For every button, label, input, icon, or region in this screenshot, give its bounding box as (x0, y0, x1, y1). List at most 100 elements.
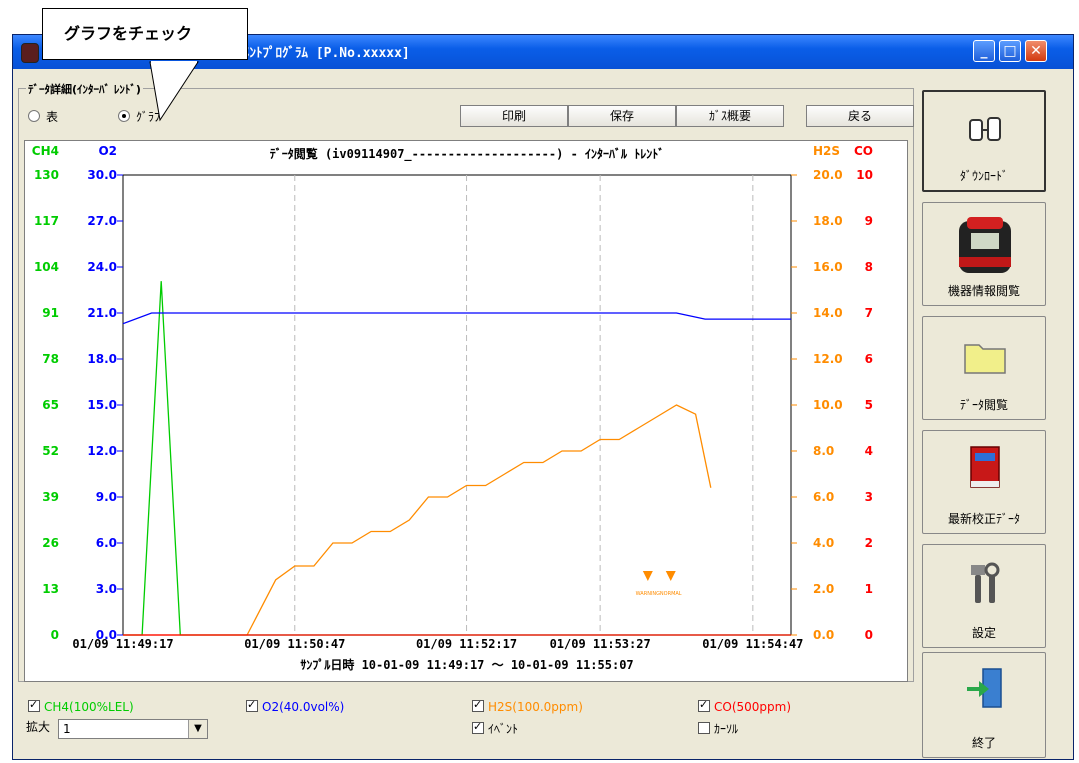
o2-tick-label: 0.0 (96, 628, 117, 642)
cursor-checkbox[interactable]: ｶｰｿﾙ (698, 720, 738, 737)
trend-chart: ﾃﾞｰﾀ閲覧 (iv09114907_--------------------)… (32, 144, 873, 672)
event-checkbox-box[interactable] (472, 720, 484, 734)
h2s-axis-label: H2S (813, 144, 840, 158)
event-marker-label: NORMAL (660, 591, 682, 597)
co-tick-label: 6 (865, 352, 873, 366)
co-axis-label: CO (854, 144, 873, 158)
zoom-select-value: 1 (63, 722, 71, 736)
back-button[interactable]: 戻る (806, 105, 914, 127)
data-view-button[interactable]: ﾃﾞｰﾀ閲覧 (922, 316, 1046, 420)
h2s-tick-label: 20.0 (813, 168, 843, 182)
download-icon (969, 117, 1001, 141)
co-tick-label: 9 (865, 214, 873, 228)
download-label: ﾀﾞｳﾝﾛｰﾄﾞ (959, 169, 1008, 183)
calibration-label: 最新校正ﾃﾞｰﾀ (947, 512, 1020, 526)
ch4-checkbox-label: CH4(100%LEL) (44, 700, 134, 714)
h2s-tick-label: 0.0 (813, 628, 834, 642)
maximize-button[interactable]: □ (999, 40, 1021, 62)
ch4-tick-label: 104 (34, 260, 59, 274)
device-info-label: 機器情報閲覧 (947, 284, 1020, 298)
h2s-checkbox[interactable]: H2S(100.0ppm) (472, 698, 583, 714)
ch4-tick-label: 65 (42, 398, 59, 412)
chevron-down-icon[interactable]: ▼ (188, 720, 207, 738)
o2-checkbox[interactable]: O2(40.0vol%) (246, 698, 345, 714)
calibration-button[interactable]: 最新校正ﾃﾞｰﾀ (922, 430, 1046, 534)
gas-detector-icon (959, 217, 1011, 273)
co-tick-label: 10 (856, 168, 873, 182)
co-tick-label: 8 (865, 260, 873, 274)
event-checkbox-label: ｲﾍﾞﾝﾄ (488, 722, 519, 736)
book-icon (970, 446, 1000, 488)
minimize-button[interactable]: _ (973, 40, 995, 62)
print-button[interactable]: 印刷 (460, 105, 568, 127)
zoom-label: 拡大 (26, 720, 51, 734)
h2s-tick-label: 16.0 (813, 260, 843, 274)
ch4-tick-label: 91 (42, 306, 59, 320)
h2s-tick-label: 2.0 (813, 582, 834, 596)
series-line-h2s (123, 404, 712, 636)
ch4-tick-label: 26 (42, 536, 59, 550)
ch4-tick-label: 117 (34, 214, 59, 228)
h2s-tick-label: 4.0 (813, 536, 834, 550)
o2-tick-label: 9.0 (96, 490, 117, 504)
chart-title: ﾃﾞｰﾀ閲覧 (iv09114907_--------------------)… (270, 146, 665, 162)
o2-tick-label: 27.0 (87, 214, 117, 228)
co-checkbox-label: CO(500ppm) (714, 700, 792, 714)
ch4-tick-label: 130 (34, 168, 59, 182)
ch4-axis-label: CH4 (32, 144, 59, 158)
chart-area: ﾃﾞｰﾀ閲覧 (iv09114907_--------------------)… (24, 140, 908, 682)
h2s-tick-label: 14.0 (813, 306, 843, 320)
chart-x-label: ｻﾝﾌﾟﾙ日時 10-01-09 11:49:17 ～ 10-01-09 11:… (300, 657, 633, 672)
event-marker-label: WARNING (636, 591, 661, 597)
x-tick-label: 01/09 11:52:17 (416, 637, 517, 651)
save-button[interactable]: 保存 (568, 105, 676, 127)
o2-tick-label: 6.0 (96, 536, 117, 550)
download-button[interactable]: ﾀﾞｳﾝﾛｰﾄﾞ (922, 90, 1046, 192)
h2s-tick-label: 12.0 (813, 352, 843, 366)
ch4-checkbox[interactable]: CH4(100%LEL) (28, 698, 134, 714)
ch4-tick-label: 39 (42, 490, 59, 504)
cursor-checkbox-box[interactable] (698, 722, 710, 734)
exit-door-icon (967, 668, 1002, 708)
co-tick-label: 3 (865, 490, 873, 504)
settings-button[interactable]: 設定 (922, 544, 1046, 648)
series-line-ch4 (123, 281, 791, 636)
tools-icon (971, 562, 1000, 603)
o2-checkbox-box[interactable] (246, 698, 258, 712)
event-marker (665, 571, 676, 581)
h2s-tick-label: 8.0 (813, 444, 834, 458)
ch4-tick-label: 0 (51, 628, 59, 642)
o2-checkbox-label: O2(40.0vol%) (262, 700, 345, 714)
o2-tick-label: 15.0 (87, 398, 117, 412)
co-tick-label: 0 (865, 628, 873, 642)
h2s-tick-label: 18.0 (813, 214, 843, 228)
gas-summary-button[interactable]: ｶﾞｽ概要 (676, 105, 784, 127)
ch4-tick-label: 13 (42, 582, 59, 596)
o2-tick-label: 24.0 (87, 260, 117, 274)
h2s-tick-label: 10.0 (813, 398, 843, 412)
co-tick-label: 4 (865, 444, 873, 458)
event-marker (642, 571, 653, 581)
x-tick-label: 01/09 11:54:47 (702, 637, 803, 651)
device-info-button[interactable]: 機器情報閲覧 (922, 202, 1046, 306)
co-tick-label: 1 (865, 582, 873, 596)
o2-tick-label: 12.0 (87, 444, 117, 458)
co-checkbox[interactable]: CO(500ppm) (698, 698, 792, 714)
exit-button[interactable]: 終了 (922, 652, 1046, 758)
zoom-select[interactable]: 1 ▼ (58, 719, 208, 739)
close-button[interactable]: ✕ (1025, 40, 1047, 62)
x-tick-label: 01/09 11:49:17 (72, 637, 173, 651)
x-tick-label: 01/09 11:53:27 (550, 637, 651, 651)
x-tick-label: 01/09 11:50:47 (244, 637, 345, 651)
callout-text: グラフをチェック (64, 24, 193, 43)
h2s-checkbox-box[interactable] (472, 698, 484, 712)
h2s-checkbox-label: H2S(100.0ppm) (488, 700, 583, 714)
cursor-checkbox-label: ｶｰｿﾙ (714, 722, 739, 736)
ch4-checkbox-box[interactable] (28, 698, 40, 712)
co-tick-label: 2 (865, 536, 873, 550)
event-checkbox[interactable]: ｲﾍﾞﾝﾄ (472, 720, 518, 737)
plot-frame (122, 174, 792, 636)
co-checkbox-box[interactable] (698, 698, 710, 712)
ch4-tick-label: 78 (42, 352, 59, 366)
ch4-tick-label: 52 (42, 444, 59, 458)
